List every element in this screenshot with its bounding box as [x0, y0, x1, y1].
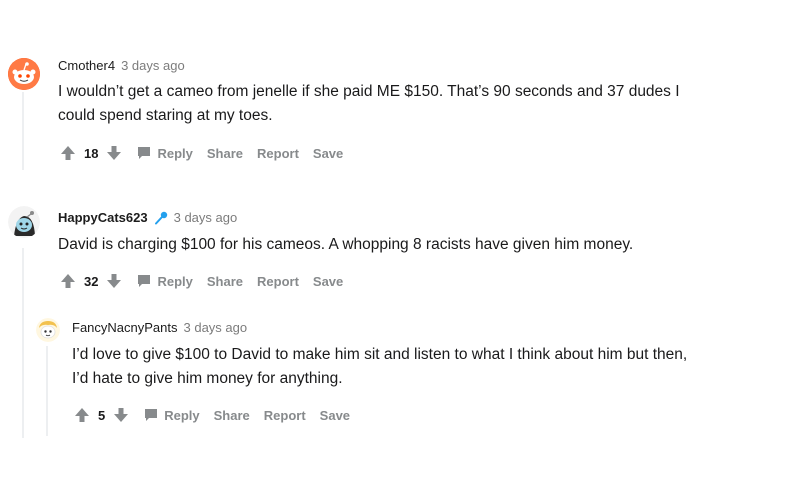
username[interactable]: HappyCats623 [58, 210, 148, 225]
reddit-snoo-avatar-icon [8, 58, 40, 90]
reply-label: Reply [157, 145, 193, 161]
thread-line[interactable] [22, 248, 24, 438]
downvote-arrow-icon[interactable] [113, 407, 129, 423]
save-button[interactable]: Save [320, 408, 350, 423]
avatar[interactable] [8, 58, 40, 90]
username[interactable]: FancyNacnyPants [72, 320, 178, 335]
timestamp[interactable]: 3 days ago [184, 320, 248, 335]
timestamp[interactable]: 3 days ago [121, 58, 185, 73]
comment-line: I’d hate to give him money for anything. [72, 370, 343, 387]
comment-actions: 18 Reply Share Report Save [60, 143, 343, 163]
comment-actions: 5 Reply Share Report Save [74, 405, 350, 425]
share-button[interactable]: Share [214, 408, 250, 423]
reply-button[interactable]: Reply [136, 273, 193, 289]
snoo-avatar-icon [8, 206, 40, 238]
username[interactable]: Cmother4 [58, 58, 115, 73]
microphone-icon [154, 211, 167, 224]
timestamp[interactable]: 3 days ago [174, 210, 238, 225]
reply-label: Reply [157, 273, 193, 289]
downvote-arrow-icon[interactable] [106, 273, 122, 289]
reply-button[interactable]: Reply [136, 145, 193, 161]
comment-actions: 32 Reply Share Report Save [60, 271, 343, 291]
save-button[interactable]: Save [313, 146, 343, 161]
vote-score: 5 [98, 407, 106, 423]
reply-button[interactable]: Reply [143, 407, 200, 423]
speech-bubble-icon [138, 147, 151, 159]
downvote-arrow-icon[interactable] [106, 145, 122, 161]
vote-score: 18 [84, 145, 99, 161]
report-button[interactable]: Report [264, 408, 306, 423]
share-button[interactable]: Share [207, 274, 243, 289]
thread-line[interactable] [22, 92, 24, 170]
snoo-avatar-icon [36, 318, 60, 342]
report-button[interactable]: Report [257, 274, 299, 289]
speech-bubble-icon [138, 275, 151, 287]
comment-body: David is charging $100 for his cameos. A… [58, 233, 788, 257]
comment-meta: HappyCats623 3 days ago [58, 210, 237, 225]
avatar[interactable] [36, 318, 60, 342]
comment-line: could spend staring at my toes. [58, 107, 273, 124]
avatar[interactable] [8, 206, 40, 238]
upvote-arrow-icon[interactable] [60, 145, 76, 161]
comment-line: I wouldn’t get a cameo from jenelle if s… [58, 83, 680, 100]
comment-line: David is charging $100 for his cameos. A… [58, 236, 634, 253]
comment-body: I’d love to give $100 to David to make h… [72, 343, 792, 391]
save-button[interactable]: Save [313, 274, 343, 289]
upvote-arrow-icon[interactable] [74, 407, 90, 423]
report-button[interactable]: Report [257, 146, 299, 161]
upvote-arrow-icon[interactable] [60, 273, 76, 289]
thread-line[interactable] [46, 346, 48, 436]
comment-meta: FancyNacnyPants 3 days ago [72, 320, 247, 335]
comment-meta: Cmother4 3 days ago [58, 58, 185, 73]
reply-label: Reply [164, 407, 200, 423]
comment-line: I’d love to give $100 to David to make h… [72, 346, 688, 363]
speech-bubble-icon [145, 409, 158, 421]
comment-body: I wouldn’t get a cameo from jenelle if s… [58, 80, 788, 128]
vote-score: 32 [84, 273, 99, 289]
share-button[interactable]: Share [207, 146, 243, 161]
